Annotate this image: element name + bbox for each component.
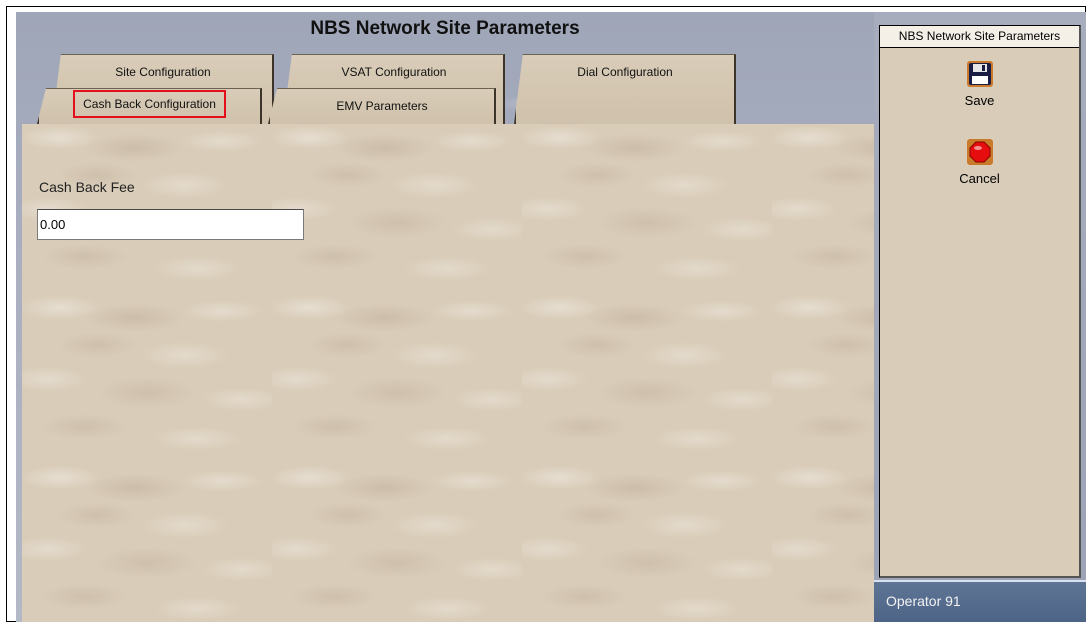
tab-content-panel [22, 124, 874, 622]
action-panel: NBS Network Site Parameters Save Cancel [879, 25, 1081, 578]
cancel-label: Cancel [959, 171, 1000, 186]
tab-label: EMV Parameters [336, 99, 428, 113]
tab-label: VSAT Configuration [341, 65, 447, 79]
operator-status: Operator 91 [886, 593, 961, 609]
action-panel-title: NBS Network Site Parameters [880, 26, 1079, 48]
tab-dial-configuration[interactable]: Dial Configuration [514, 54, 736, 124]
page-title: NBS Network Site Parameters [310, 18, 580, 39]
floppy-disk-icon [966, 61, 993, 87]
tab-label: Cash Back Configuration [73, 90, 226, 118]
cash-back-fee-input[interactable] [37, 209, 304, 240]
stop-sign-icon [966, 139, 993, 165]
tab-label: Site Configuration [115, 65, 211, 79]
save-button[interactable]: Save [880, 59, 1079, 108]
save-label: Save [964, 93, 995, 108]
tab-emv-parameters[interactable]: EMV Parameters [268, 88, 496, 124]
tab-cash-back-configuration[interactable]: Cash Back Configuration [37, 88, 262, 124]
cancel-button[interactable]: Cancel [880, 137, 1079, 186]
tab-label: Dial Configuration [577, 65, 673, 79]
cash-back-fee-label: Cash Back Fee [39, 179, 135, 195]
